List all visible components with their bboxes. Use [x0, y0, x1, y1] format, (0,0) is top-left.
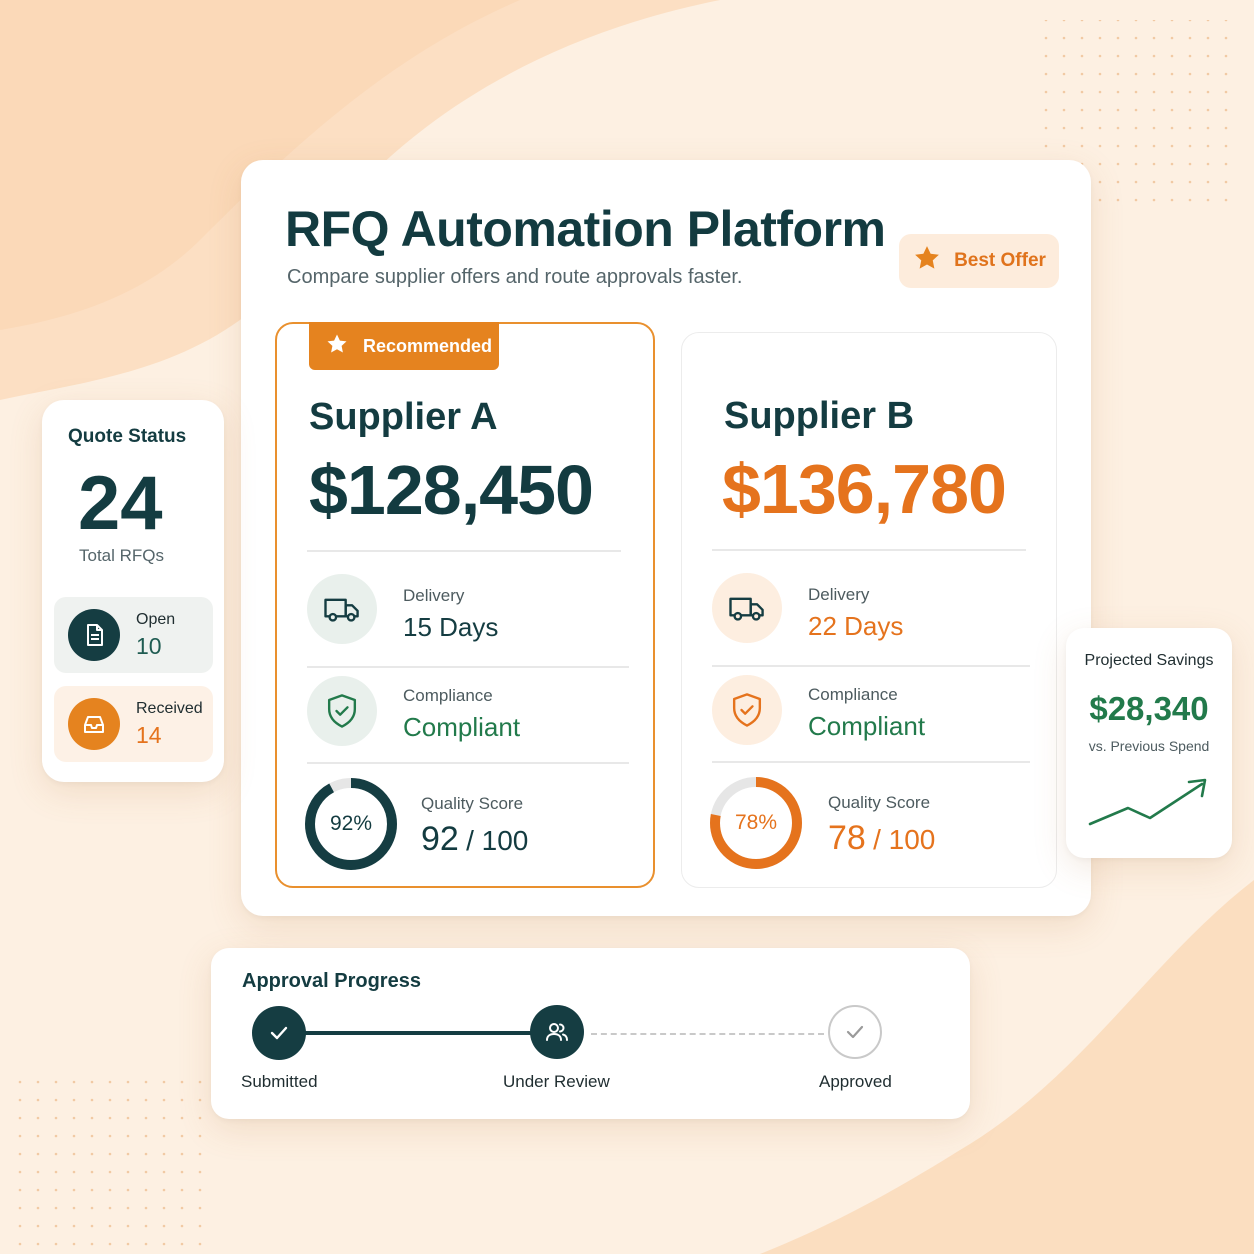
delivery-value: 22 Days: [808, 611, 904, 641]
delivery-label: Delivery: [808, 585, 870, 604]
quote-status-card: Quote Status 24 Total RFQs Open 10 Recei…: [42, 400, 224, 782]
step-label-submitted: Submitted: [241, 1072, 318, 1091]
recommended-tag: Recommended: [309, 322, 499, 370]
supplier-card-b[interactable]: Supplier B $136,780 Delivery 22 Days Com…: [681, 332, 1057, 888]
quote-status-title: Quote Status: [68, 426, 187, 447]
compliance-label: Compliance: [808, 685, 898, 704]
quality-score: 92 / 100: [421, 820, 528, 859]
received-status-tile[interactable]: Received 14: [54, 686, 213, 762]
supplier-name: Supplier A: [309, 396, 498, 438]
delivery-value: 15 Days: [403, 612, 499, 642]
compliance-value: Compliant: [403, 712, 521, 742]
total-rfq-count: 24: [78, 461, 163, 546]
quality-score-ring: 92%: [303, 776, 399, 872]
savings-comparison: vs. Previous Spend: [1088, 738, 1210, 754]
star-icon: [325, 332, 349, 361]
approval-title: Approval Progress: [242, 970, 421, 992]
open-status-tile[interactable]: Open 10: [54, 597, 213, 673]
quality-score-ring: 78%: [708, 775, 804, 871]
received-label: Received: [136, 699, 203, 717]
quality-label: Quality Score: [828, 793, 931, 812]
divider: [712, 761, 1030, 763]
quality-percent-label: 78%: [734, 811, 778, 834]
trend-up-arrow-icon: [1088, 778, 1207, 826]
quality-label: Quality Score: [421, 794, 524, 813]
step-approved[interactable]: [828, 1005, 882, 1059]
truck-icon: [712, 573, 782, 643]
step-submitted[interactable]: [252, 1006, 306, 1060]
quality-score: 78 / 100: [828, 819, 935, 858]
supplier-card-a[interactable]: Recommended Supplier A $128,450 Delivery…: [275, 322, 655, 888]
shield-check-icon: [307, 676, 377, 746]
check-icon: [270, 1026, 288, 1040]
document-icon: [68, 609, 120, 661]
open-count: 10: [136, 632, 162, 659]
divider: [307, 762, 629, 764]
divider: [307, 666, 629, 668]
supplier-price: $136,780: [722, 450, 1007, 528]
quality-score-max: / 100: [873, 824, 936, 855]
step-label-under-review: Under Review: [503, 1072, 610, 1091]
step-under-review[interactable]: [530, 1005, 584, 1059]
total-rfq-label: Total RFQs: [79, 546, 165, 565]
best-offer-badge[interactable]: Best Offer: [899, 234, 1059, 288]
progress-line-pending: [591, 1033, 824, 1035]
recommended-label: Recommended: [363, 335, 493, 356]
progress-line-complete: [304, 1031, 532, 1035]
supplier-price: $128,450: [309, 451, 594, 529]
inbox-icon: [68, 698, 120, 750]
truck-icon: [307, 574, 377, 644]
quality-score-value: 78: [828, 819, 866, 857]
page-title: RFQ Automation Platform: [285, 201, 886, 257]
star-icon: [912, 243, 942, 279]
divider: [712, 549, 1026, 551]
quality-score-max: / 100: [466, 825, 529, 856]
compliance-value: Compliant: [808, 711, 926, 741]
received-count: 14: [136, 721, 162, 748]
quality-percent-label: 92%: [329, 812, 373, 835]
projected-savings-card: Projected Savings $28,340 vs. Previous S…: [1066, 628, 1232, 858]
main-card: RFQ Automation Platform Compare supplier…: [241, 160, 1091, 916]
page-subtitle: Compare supplier offers and route approv…: [287, 266, 743, 288]
shield-check-icon: [712, 675, 782, 745]
check-icon: [846, 1025, 864, 1039]
delivery-label: Delivery: [403, 586, 465, 605]
best-offer-label: Best Offer: [954, 250, 1046, 271]
divider: [307, 550, 621, 552]
divider: [712, 665, 1030, 667]
open-label: Open: [136, 610, 176, 628]
users-icon: [546, 1023, 568, 1041]
compliance-label: Compliance: [403, 686, 493, 705]
approval-progress-card: Approval Progress Submitted Under Review…: [211, 948, 970, 1119]
supplier-name: Supplier B: [724, 395, 915, 437]
step-label-approved: Approved: [819, 1072, 892, 1091]
savings-value: $28,340: [1089, 690, 1209, 727]
quality-score-value: 92: [421, 820, 459, 858]
savings-title: Projected Savings: [1084, 652, 1214, 669]
